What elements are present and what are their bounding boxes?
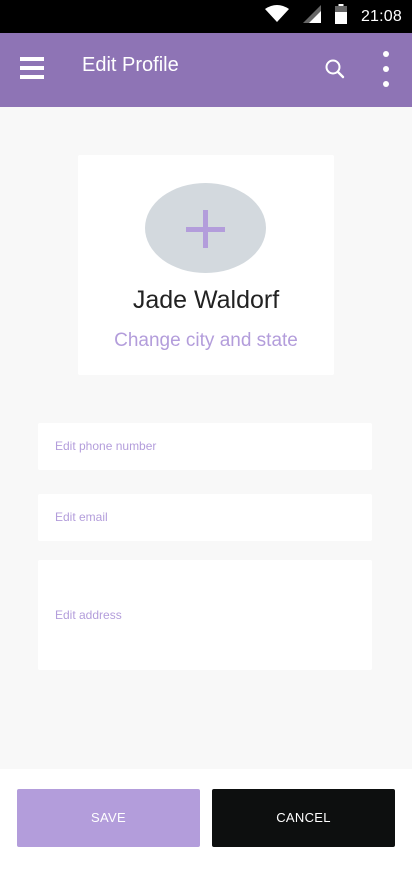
address-field[interactable]: Edit address [38,560,372,670]
phone-field[interactable]: Edit phone number [38,423,372,470]
status-icons: 21:08 [264,0,402,33]
cancel-button[interactable]: CANCEL [212,789,395,847]
profile-name: Jade Waldorf [132,286,280,314]
email-field[interactable]: Edit email [38,494,372,541]
add-photo-button[interactable] [145,183,266,273]
profile-card: Jade Waldorf Change city and state [78,155,334,375]
search-icon[interactable] [323,57,347,81]
cell-signal-icon [302,5,321,28]
status-time: 21:08 [360,7,402,25]
status-bar: 21:08 [0,0,412,33]
change-city-state-link[interactable]: Change city and state [78,330,334,352]
battery-icon [334,4,347,29]
save-button[interactable]: SAVE [17,789,200,847]
more-vert-icon[interactable] [378,51,394,87]
wifi-icon [264,5,289,28]
page-title: Edit Profile [82,54,179,76]
bottom-action-bar: SAVE CANCEL [0,769,412,869]
hamburger-menu-icon[interactable] [20,57,44,81]
app-bar: Edit Profile [0,33,412,107]
